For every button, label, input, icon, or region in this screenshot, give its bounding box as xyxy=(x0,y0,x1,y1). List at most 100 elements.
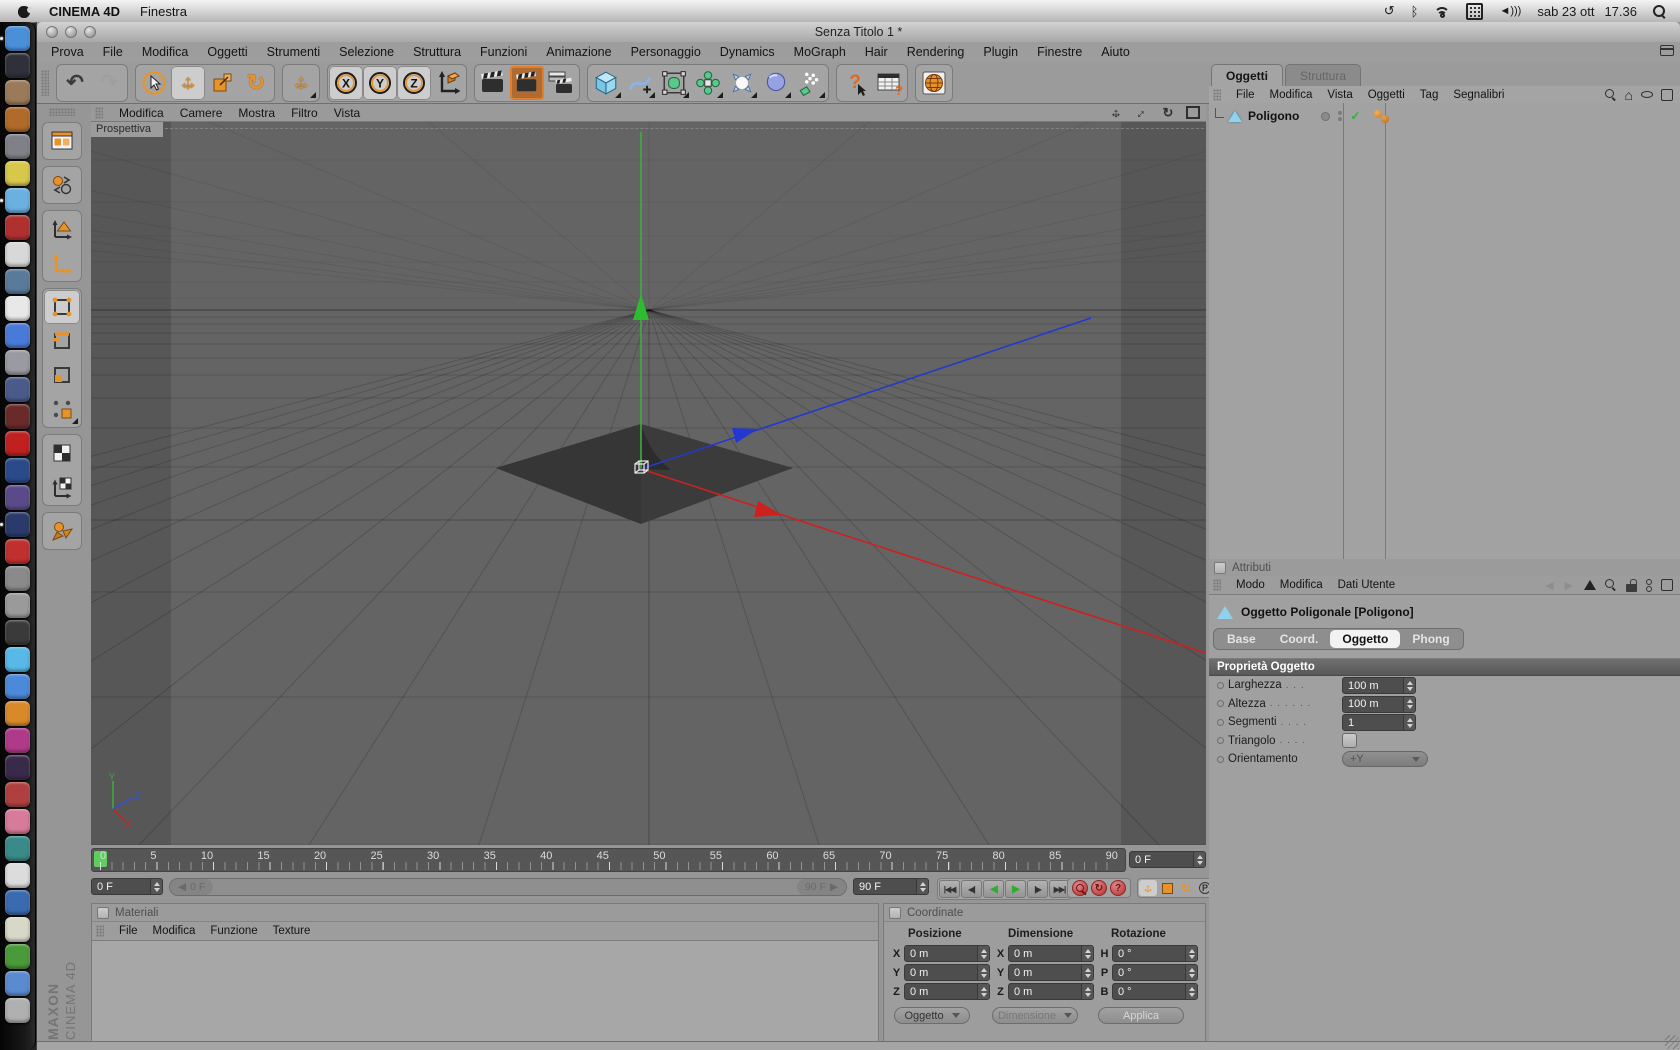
keyframe-options-button[interactable]: ? xyxy=(1110,880,1126,896)
stepper[interactable] xyxy=(1193,852,1205,867)
after-effects[interactable] xyxy=(4,485,31,511)
add-primitive-cube-button[interactable] xyxy=(589,66,623,100)
menu-item[interactable]: Selezione xyxy=(339,45,394,59)
autokeying-button[interactable]: ↻ xyxy=(1091,880,1107,896)
snap-settings-button[interactable] xyxy=(44,514,80,548)
end-frame-field[interactable]: 90 F xyxy=(853,878,929,895)
record-rotation-toggle[interactable]: ↻ xyxy=(1177,880,1195,896)
position-x-field[interactable]: 0 m xyxy=(904,945,990,962)
photo-viewer[interactable] xyxy=(4,53,31,79)
position-y-field[interactable]: 0 m xyxy=(904,964,990,981)
render-settings-button[interactable] xyxy=(544,66,578,100)
animation-dot-icon[interactable] xyxy=(1217,737,1224,745)
add-environment-button[interactable] xyxy=(759,66,793,100)
menu-item[interactable]: File xyxy=(103,45,123,59)
record-position-toggle[interactable]: ↔ ↕ xyxy=(1139,880,1157,896)
stepper[interactable] xyxy=(1081,946,1093,961)
menubar-clock[interactable]: sab 23 ott 17.36 xyxy=(1537,4,1637,19)
tweak-mode-button[interactable] xyxy=(44,392,80,426)
object-manager-menu-item[interactable]: Oggetti xyxy=(1368,89,1405,101)
lock-z-axis-button[interactable]: Z xyxy=(397,65,431,100)
range-end-handle[interactable]: 90 F ▶ xyxy=(796,879,846,895)
record-keyframe-button[interactable] xyxy=(1072,880,1088,896)
attributes-menu-item[interactable]: Modo xyxy=(1236,579,1265,591)
object-manager-menu-item[interactable]: Segnalibri xyxy=(1453,89,1504,101)
object-manager-menu-item[interactable]: Modifica xyxy=(1270,89,1313,101)
travel-app[interactable] xyxy=(4,269,31,295)
design-app[interactable] xyxy=(4,350,31,376)
viewport-splitter[interactable] xyxy=(165,128,1204,129)
undo-button[interactable]: ↶ xyxy=(58,66,92,100)
previous-key-button[interactable]: ◀| xyxy=(961,880,982,898)
lock-y-axis-button[interactable]: Y xyxy=(363,65,397,100)
dvd-app[interactable] xyxy=(4,782,31,808)
viewport-menu-item[interactable]: Modifica xyxy=(119,106,164,120)
materials-menu-item[interactable]: Modifica xyxy=(153,925,196,937)
time-machine-icon[interactable]: ↺ xyxy=(1384,3,1395,19)
edge-mode-button[interactable] xyxy=(44,324,80,358)
add-hypernurbs-button[interactable] xyxy=(657,66,691,100)
folder[interactable] xyxy=(4,971,31,997)
tab-object[interactable]: Oggetto xyxy=(1330,630,1401,648)
wifi-icon[interactable] xyxy=(1434,5,1451,18)
preview-range-slider[interactable]: ◀ 0 F 90 F ▶ xyxy=(169,878,847,896)
panel-checkbox[interactable] xyxy=(889,906,901,919)
triangle-checkbox[interactable] xyxy=(1342,732,1357,748)
viewport-label[interactable]: Prospettiva xyxy=(91,122,163,137)
spotlight-icon[interactable] xyxy=(1653,4,1666,18)
animation-dot-icon[interactable] xyxy=(1217,700,1224,708)
lock-icon[interactable] xyxy=(1626,578,1637,592)
stepper[interactable] xyxy=(1403,715,1415,730)
vmware[interactable] xyxy=(4,890,31,916)
menu-item[interactable]: Dynamics xyxy=(720,45,775,59)
zoom-window-button[interactable] xyxy=(84,26,96,38)
apply-button[interactable]: Applica xyxy=(1098,1007,1184,1024)
folder-magenta[interactable] xyxy=(4,728,31,754)
bluetooth-icon[interactable]: ᛒ xyxy=(1411,4,1419,19)
materials-menu-item[interactable]: File xyxy=(119,925,138,937)
object-properties-section[interactable]: Proprietà Oggetto xyxy=(1209,658,1680,676)
materials-grip[interactable] xyxy=(96,925,104,937)
play-backwards-button[interactable]: ◀ xyxy=(983,880,1004,898)
viewport-menu-item[interactable]: Camere xyxy=(180,106,223,120)
itunes[interactable] xyxy=(4,674,31,700)
axis-mode-button[interactable] xyxy=(44,246,80,280)
redo-button[interactable]: ↷ xyxy=(92,66,126,100)
trash[interactable] xyxy=(4,998,31,1024)
add-panel-icon[interactable] xyxy=(1661,579,1673,591)
menu-item[interactable]: Prova xyxy=(51,45,84,59)
rotation-h-field[interactable]: 0 ° xyxy=(1112,945,1198,962)
polygon-mode-button[interactable] xyxy=(44,358,80,392)
arrow-icon[interactable] xyxy=(1584,580,1596,590)
modeling-app[interactable] xyxy=(4,593,31,619)
contacts[interactable] xyxy=(4,80,31,106)
volume-icon[interactable]: ◄))) xyxy=(1499,5,1521,17)
timeline-ruler[interactable]: 0 5 10 15 20 25 30 35 40 45 50 55 60 65 70 75 80 85 90 xyxy=(91,848,1126,872)
stepper[interactable] xyxy=(1185,946,1197,961)
menu-item[interactable]: Rendering xyxy=(907,45,965,59)
texture-mode-button[interactable] xyxy=(44,436,80,470)
make-editable-button[interactable] xyxy=(44,168,80,202)
toolbar-grip[interactable] xyxy=(41,69,49,96)
tab-structure[interactable]: Struttura xyxy=(1285,64,1362,87)
menu-item[interactable]: MoGraph xyxy=(794,45,846,59)
width-field[interactable]: 100 m xyxy=(1342,677,1416,694)
stepper[interactable] xyxy=(977,946,989,961)
last-tool-button[interactable]: ↔ ↕ xyxy=(284,66,318,100)
position-z-field[interactable]: 0 m xyxy=(904,983,990,1000)
object-manager-grip[interactable] xyxy=(1213,88,1221,101)
eye-icon[interactable] xyxy=(1641,91,1653,98)
browser[interactable] xyxy=(0,512,31,538)
search-icon[interactable] xyxy=(1604,88,1617,101)
height-field[interactable]: 100 m xyxy=(1342,695,1416,713)
red-app[interactable] xyxy=(4,539,31,565)
calendar[interactable] xyxy=(4,296,31,322)
object-row[interactable]: Poligono ✓ xyxy=(1209,107,1680,125)
close-window-button[interactable] xyxy=(46,26,58,38)
rotate-tool-button[interactable]: ↻ xyxy=(239,66,273,100)
magic-app[interactable] xyxy=(4,755,31,781)
materials-title[interactable]: Materiali xyxy=(92,904,878,922)
enabled-check-icon[interactable]: ✓ xyxy=(1350,109,1360,123)
home-icon[interactable]: ⌂ xyxy=(1625,88,1633,102)
stepper[interactable] xyxy=(1185,965,1197,980)
